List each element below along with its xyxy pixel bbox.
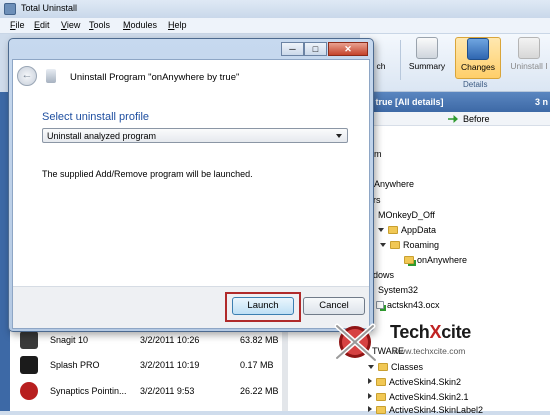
tree-item[interactable]: ActiveSkin4.Skin2 [368, 377, 461, 387]
tree-item[interactable]: ActiveSkin4.Skin2.1 [368, 392, 469, 402]
program-icon [46, 69, 56, 83]
changes-pane: y true [All details] 3 n Before m Anywhe… [360, 92, 550, 415]
info-text: The supplied Add/Remove program will be … [42, 169, 253, 179]
folder-icon [376, 393, 386, 401]
tree-item[interactable]: AppData [378, 225, 436, 235]
menu-help[interactable]: Help [168, 20, 187, 30]
dialog-footer: Launch Cancel [13, 286, 369, 328]
list-item[interactable]: Splash PRO 3/2/2011 10:19 0.17 MB [10, 354, 360, 376]
tree-item[interactable]: m [374, 149, 382, 159]
summary-icon [416, 37, 438, 59]
chevron-down-icon [336, 134, 342, 138]
tree-item[interactable]: actskn43.ocx [376, 300, 440, 310]
minimize-button[interactable]: ─ [281, 42, 304, 56]
menu-bar: File Edit View Tools Modules Help [0, 18, 550, 34]
synaptics-icon [20, 382, 38, 400]
menu-modules[interactable]: Modules [123, 20, 157, 30]
launch-button[interactable]: Launch [232, 297, 294, 315]
techxcite-logo [334, 323, 378, 363]
ribbon-separator [400, 40, 401, 80]
tree-item[interactable]: onAnywhere [404, 255, 467, 265]
maximize-button[interactable]: □ [304, 42, 327, 56]
snagit-icon [20, 331, 38, 349]
menu-view[interactable]: View [61, 20, 80, 30]
tree-item[interactable]: System32 [378, 285, 418, 295]
folder-added-icon [404, 256, 414, 264]
dialog-body: ← Uninstall Program "onAnywhere by true"… [12, 59, 370, 329]
expand-icon[interactable] [378, 228, 384, 232]
changes-icon [467, 38, 489, 60]
tree-item[interactable]: Anywhere [374, 179, 414, 189]
app-icon [4, 3, 16, 15]
menu-edit[interactable]: Edit [34, 20, 50, 30]
window-title: Total Uninstall [21, 3, 78, 13]
folder-icon [390, 241, 400, 249]
folder-icon [388, 226, 398, 234]
back-arrow-icon: ← [21, 69, 33, 81]
arrow-right-icon [448, 115, 458, 123]
dialog-header: ← Uninstall Program "onAnywhere by true" [13, 60, 369, 92]
cancel-button[interactable]: Cancel [303, 297, 365, 315]
dialog-title: Uninstall Program "onAnywhere by true" [70, 72, 240, 83]
menu-file[interactable]: File [10, 20, 25, 30]
profile-dropdown[interactable]: Uninstall analyzed program [42, 128, 348, 143]
uninstall-dialog: ─ □ ✕ ← Uninstall Program "onAnywhere by… [8, 38, 374, 332]
ribbon-changes-button[interactable]: Changes [455, 37, 501, 79]
list-item[interactable]: Synaptics Pointin... 3/2/2011 9:53 26.22… [10, 380, 360, 402]
back-button[interactable]: ← [17, 66, 37, 86]
watermark-text: TechXcite [390, 322, 472, 342]
ribbon-uninstall-button[interactable]: Uninstall I [506, 37, 550, 79]
close-button[interactable]: ✕ [328, 42, 368, 56]
watermark-url: www.techxcite.com [393, 346, 466, 356]
collapse-icon[interactable] [368, 406, 372, 412]
tree-item[interactable]: Roaming [380, 240, 439, 250]
file-added-icon [376, 301, 384, 309]
tree-item[interactable]: MOnkeyD_Off [378, 210, 435, 220]
ribbon-group-label: Details [463, 80, 488, 89]
window-titlebar: Total Uninstall [0, 0, 550, 18]
vertical-scrollbar[interactable] [282, 326, 288, 411]
list-item[interactable]: Snagit 10 3/2/2011 10:26 63.82 MB [10, 329, 360, 351]
column-header-before[interactable]: Before [360, 112, 550, 126]
expand-icon[interactable] [380, 243, 386, 247]
ribbon: ch Summary Changes Uninstall I Details [360, 34, 550, 92]
menu-tools[interactable]: Tools [89, 20, 110, 30]
collapse-icon[interactable] [368, 378, 372, 384]
collapse-icon[interactable] [368, 393, 372, 399]
program-list: Snagit 10 3/2/2011 10:26 63.82 MB Splash… [10, 326, 360, 411]
folder-icon [376, 378, 386, 386]
profile-label: Select uninstall profile [42, 111, 150, 123]
splash-pro-icon [20, 356, 38, 374]
ribbon-summary-button[interactable]: Summary [404, 37, 450, 79]
tree-item[interactable]: ActiveSkin4.SkinLabel2 [368, 405, 483, 415]
folder-icon [376, 406, 386, 414]
changes-pane-header: y true [All details] 3 n [360, 92, 550, 112]
uninstall-icon [518, 37, 540, 59]
